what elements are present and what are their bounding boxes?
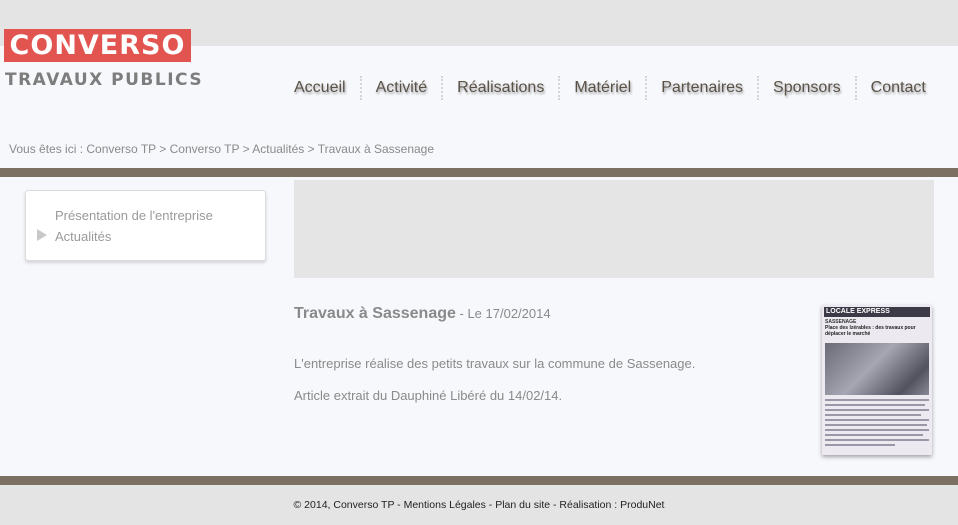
- footer-divider-band: [0, 476, 958, 485]
- site-footer: © 2014, Converso TP - Mentions Légales -…: [0, 485, 958, 525]
- breadcrumb: Vous êtes ici : Converso TP > Converso T…: [9, 142, 435, 156]
- article-date: - Le 17/02/2014: [455, 306, 551, 321]
- banner-placeholder: [294, 180, 934, 278]
- logo-brand[interactable]: CONVERSO: [4, 29, 191, 62]
- clipping-text-line: [825, 444, 895, 446]
- sidebar-menu: Présentation de l'entreprise Actualités: [25, 190, 266, 261]
- clipping-photo: [825, 343, 929, 395]
- article-paragraph: L'entreprise réalise des petits travaux …: [294, 356, 696, 371]
- nav-accueil[interactable]: Accueil: [280, 79, 360, 97]
- article-paragraph: Article extrait du Dauphiné Libéré du 14…: [294, 388, 563, 403]
- clipping-text-line: [825, 414, 921, 416]
- clipping-text-line: [825, 404, 925, 406]
- article-title: Travaux à Sassenage - Le 17/02/2014: [294, 305, 551, 323]
- clipping-text-line: [825, 419, 929, 421]
- nav-contact[interactable]: Contact: [857, 79, 940, 97]
- clipping-text-line: [825, 429, 929, 431]
- nav-activite[interactable]: Activité: [362, 79, 442, 97]
- clipping-text-line: [825, 399, 929, 401]
- footer-text: © 2014, Converso TP - Mentions Légales -…: [293, 499, 665, 511]
- header-divider-band: [0, 168, 958, 177]
- article-title-text: Travaux à Sassenage: [294, 305, 456, 322]
- logo-tagline[interactable]: TRAVAUX PUBLICS: [5, 70, 203, 90]
- clipping-text-line: [825, 434, 923, 436]
- sidebar-item-presentation[interactable]: Présentation de l'entreprise: [55, 208, 213, 223]
- nav-materiel[interactable]: Matériel: [560, 79, 645, 97]
- clipping-headline: Place des Izérables : des travaux pour d…: [825, 325, 916, 337]
- sidebar-item-actualites[interactable]: Actualités: [55, 229, 111, 244]
- newspaper-clipping-image[interactable]: LOCALE EXPRESS SASSENAGE Place des Izéra…: [822, 305, 932, 455]
- nav-realisations[interactable]: Réalisations: [443, 79, 558, 97]
- clipping-text-line: [825, 424, 927, 426]
- main-nav: Accueil Activité Réalisations Matériel P…: [280, 75, 940, 101]
- arrow-right-icon: [37, 229, 47, 241]
- nav-partenaires[interactable]: Partenaires: [647, 79, 757, 97]
- clipping-text-line: [825, 409, 929, 411]
- clipping-header: LOCALE EXPRESS: [824, 307, 930, 317]
- clipping-text-line: [825, 439, 929, 441]
- nav-sponsors[interactable]: Sponsors: [759, 79, 855, 97]
